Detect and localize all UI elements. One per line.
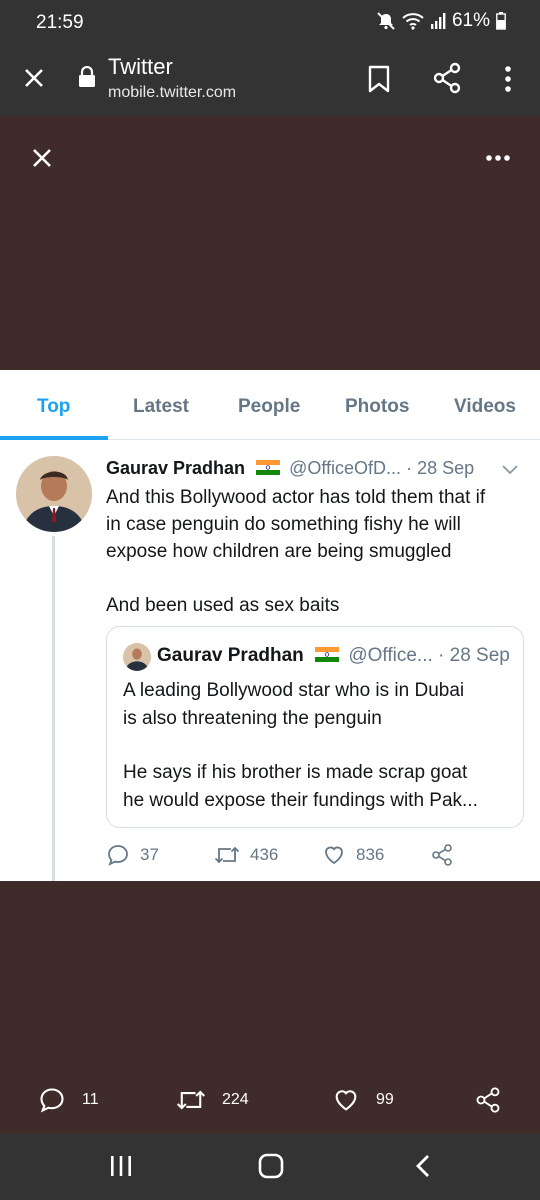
quoted-text-line: he would expose their fundings with Pak.… — [123, 790, 478, 811]
status-icons: 61% — [376, 10, 506, 32]
quoted-author-name: Gaurav Pradhan — [157, 645, 304, 666]
tweet-text-line: expose how children are being smuggled — [106, 541, 452, 562]
share-icon — [432, 844, 452, 866]
reply-icon — [108, 845, 128, 866]
search-tabs: Top Latest People Photos Videos — [0, 370, 540, 440]
mute-icon — [376, 11, 396, 31]
share-icon — [476, 1087, 500, 1113]
quoted-date: · 28 Sep — [438, 645, 510, 666]
lock-icon — [78, 65, 96, 88]
battery-level: 61% — [451, 10, 490, 31]
tab-latest[interactable]: Latest — [133, 396, 189, 418]
quoted-avatar — [123, 643, 151, 671]
media-reply-button[interactable]: 11 — [38, 1086, 99, 1114]
tweet-card: Top Latest People Photos Videos Gaurav P… — [0, 370, 540, 881]
retweet-count: 436 — [250, 845, 279, 864]
more-vert-icon[interactable] — [498, 64, 518, 94]
page-url[interactable]: mobile.twitter.com — [108, 84, 236, 102]
media-overlay — [0, 116, 540, 370]
like-count: 836 — [356, 845, 385, 864]
retweet-button[interactable]: 436 — [214, 842, 278, 868]
recent-apps-icon[interactable] — [108, 1152, 134, 1185]
system-nav-bar — [0, 1134, 540, 1200]
tab-people[interactable]: People — [238, 396, 300, 418]
retweet-icon — [176, 1090, 206, 1110]
media-like-count: 99 — [376, 1091, 394, 1108]
author-handle[interactable]: @OfficeOfD... — [289, 458, 401, 478]
browser-toolbar: Twitter mobile.twitter.com — [0, 44, 540, 116]
media-reply-count: 11 — [82, 1091, 99, 1108]
tweet-header: Gaurav Pradhan @OfficeOfD... · 28 Sep — [106, 458, 526, 479]
quoted-text-line: He says if his brother is made scrap goa… — [123, 762, 468, 783]
author-name[interactable]: Gaurav Pradhan — [106, 458, 245, 478]
status-time: 21:59 — [36, 12, 84, 33]
reply-icon — [40, 1088, 64, 1113]
thread-line — [52, 536, 55, 881]
chevron-down-icon[interactable] — [500, 462, 520, 476]
avatar[interactable] — [16, 456, 92, 532]
india-flag-icon — [256, 460, 281, 475]
quoted-author-handle: @Office... — [348, 645, 433, 666]
close-tab-icon[interactable] — [20, 64, 48, 92]
tweet-date[interactable]: · 28 Sep — [406, 458, 474, 478]
page-title: Twitter — [108, 54, 173, 79]
active-tab-indicator — [0, 436, 108, 440]
retweet-icon — [214, 846, 240, 864]
status-bar: 21:59 61% — [0, 0, 540, 44]
like-button[interactable]: 836 — [322, 842, 384, 868]
quoted-text: A leading Bollywood star who is in Dubai… — [123, 677, 515, 815]
bookmark-icon[interactable] — [366, 64, 392, 94]
tweet-text: And this Bollywood actor has told them t… — [106, 484, 526, 619]
tweet-text-line: in case penguin do something fishy he wi… — [106, 514, 461, 535]
tweet-text-line: And been used as sex baits — [106, 595, 340, 616]
tab-photos[interactable]: Photos — [345, 396, 409, 418]
share-tweet-button[interactable] — [430, 842, 454, 868]
india-flag-icon — [315, 647, 340, 662]
quoted-text-line: is also threatening the penguin — [123, 708, 382, 729]
media-like-button[interactable]: 99 — [332, 1086, 394, 1114]
wifi-icon — [402, 12, 424, 30]
quoted-text-line: A leading Bollywood star who is in Dubai — [123, 680, 465, 701]
share-icon[interactable] — [432, 62, 462, 94]
media-actions: 11 224 99 — [0, 1070, 540, 1134]
heart-icon — [325, 846, 343, 865]
tweet-text-line: And this Bollywood actor has told them t… — [106, 487, 486, 508]
media-retweet-button[interactable]: 224 — [176, 1086, 249, 1114]
home-icon[interactable] — [257, 1152, 285, 1185]
tab-top[interactable]: Top — [37, 396, 70, 418]
reply-count: 37 — [140, 845, 159, 864]
heart-icon — [335, 1090, 357, 1111]
media-retweet-count: 224 — [222, 1091, 249, 1108]
quoted-header: Gaurav Pradhan @Office... · 28 Sep — [157, 645, 517, 667]
battery-icon — [496, 12, 506, 30]
tab-videos[interactable]: Videos — [454, 396, 516, 418]
quoted-tweet[interactable]: Gaurav Pradhan @Office... · 28 Sep A lea… — [106, 626, 524, 828]
close-media-icon[interactable] — [30, 146, 54, 170]
back-icon[interactable] — [410, 1152, 436, 1185]
more-horiz-icon[interactable] — [484, 150, 512, 166]
reply-button[interactable]: 37 — [106, 842, 159, 868]
media-share-button[interactable] — [474, 1086, 502, 1114]
signal-icon — [430, 12, 446, 30]
